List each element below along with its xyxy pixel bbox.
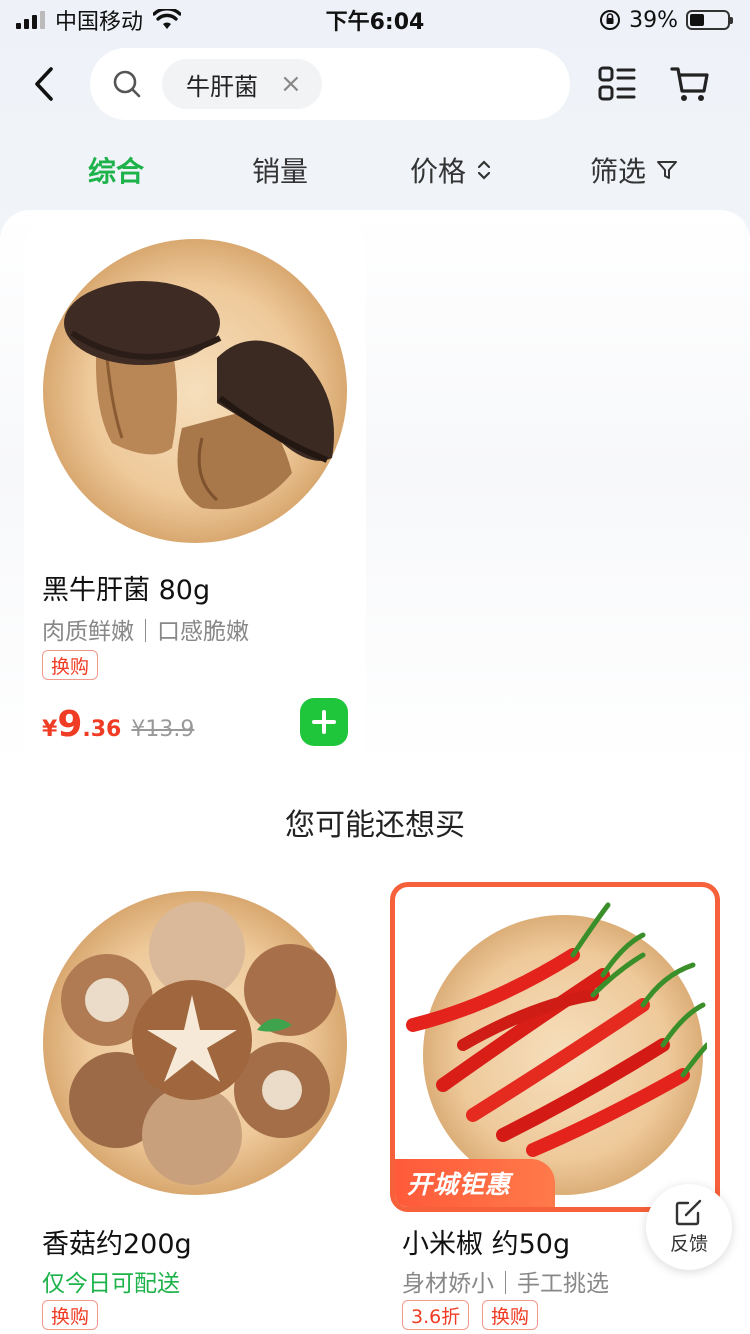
promo-banner: 开城钜惠 (395, 1159, 555, 1207)
porcini-mushroom-image (43, 239, 347, 543)
signal-icon (16, 11, 45, 29)
edit-icon (675, 1199, 702, 1225)
feedback-label: 反馈 (669, 1232, 708, 1255)
status-bar: 中国移动 下午6:04 39% (0, 0, 750, 40)
tab-sales[interactable]: 销量 (252, 150, 308, 190)
plus-icon (312, 710, 336, 734)
feedback-button[interactable]: 反馈 (646, 1184, 732, 1270)
promo-frame: 开城钜惠 (390, 882, 720, 1212)
filter-icon (657, 161, 678, 179)
back-button[interactable] (14, 48, 74, 120)
tab-label: 筛选 (590, 155, 647, 188)
tab-label: 综合 (88, 155, 145, 188)
header-actions (598, 65, 710, 103)
layout-toggle-icon[interactable] (598, 66, 636, 102)
tab-comprehensive[interactable]: 综合 (88, 150, 144, 190)
price-integer: 9 (57, 704, 83, 745)
search-icon (113, 70, 141, 98)
carrier-label: 中国移动 (55, 10, 144, 35)
tab-filter[interactable]: 筛选 (590, 150, 678, 190)
price-original: ¥13.9 (131, 717, 195, 742)
sort-updown-icon (477, 160, 491, 180)
tab-price[interactable]: 价格 (410, 150, 492, 190)
section-title: 您可能还想买 (285, 808, 465, 843)
search-term-chip[interactable]: 牛肝菌 × (162, 59, 322, 109)
product-subtitle: 肉质鲜嫩｜口感脆嫩 (42, 619, 249, 645)
tag-exchange: 换购 (42, 1300, 99, 1330)
tab-label: 销量 (252, 155, 309, 188)
sort-bar: 综合 销量 价格 筛选 (0, 140, 750, 200)
tag-exchange: 换购 (42, 650, 99, 680)
price-decimal: .36 (82, 717, 122, 742)
product-subtitle: 身材娇小｜手工挑选 (402, 1271, 609, 1297)
chili-pepper-image (406, 902, 707, 1195)
status-right: 39% (599, 7, 733, 33)
product-title: 黑牛肝菌 80g (42, 575, 211, 606)
product-title: 香菇约200g (42, 1229, 192, 1260)
price-row: ¥ 9 .36 ¥13.9 (42, 704, 194, 745)
product-subtitle: 仅今日可配送 (42, 1271, 180, 1297)
search-header: 牛肝菌 × (0, 48, 750, 120)
product-card[interactable]: 香菇约200g 仅今日可配送 换购 (24, 876, 366, 1334)
product-title: 小米椒 约50g (402, 1229, 571, 1260)
search-input[interactable]: 牛肝菌 × (90, 48, 570, 120)
tag-discount: 3.6折 (402, 1300, 470, 1330)
product-card[interactable]: 黑牛肝菌 80g 肉质鲜嫩｜口感脆嫩 换购 ¥ 9 .36 ¥13.9 (24, 224, 366, 764)
battery-icon (686, 10, 733, 30)
chevron-left-icon (35, 67, 53, 101)
orientation-lock-icon (600, 10, 621, 30)
cart-icon[interactable] (670, 65, 710, 103)
tab-label: 价格 (410, 155, 467, 188)
battery-percent: 39% (629, 7, 678, 33)
tag-exchange: 换购 (482, 1300, 539, 1330)
clear-search-icon[interactable]: × (280, 69, 302, 99)
add-to-cart-button[interactable] (300, 698, 348, 746)
wifi-icon (153, 9, 182, 29)
price-currency: ¥ (42, 717, 58, 742)
status-left: 中国移动 (16, 4, 182, 36)
battery-fill (690, 14, 705, 26)
shiitake-mushroom-image (43, 891, 347, 1195)
search-term: 牛肝菌 (186, 72, 258, 101)
